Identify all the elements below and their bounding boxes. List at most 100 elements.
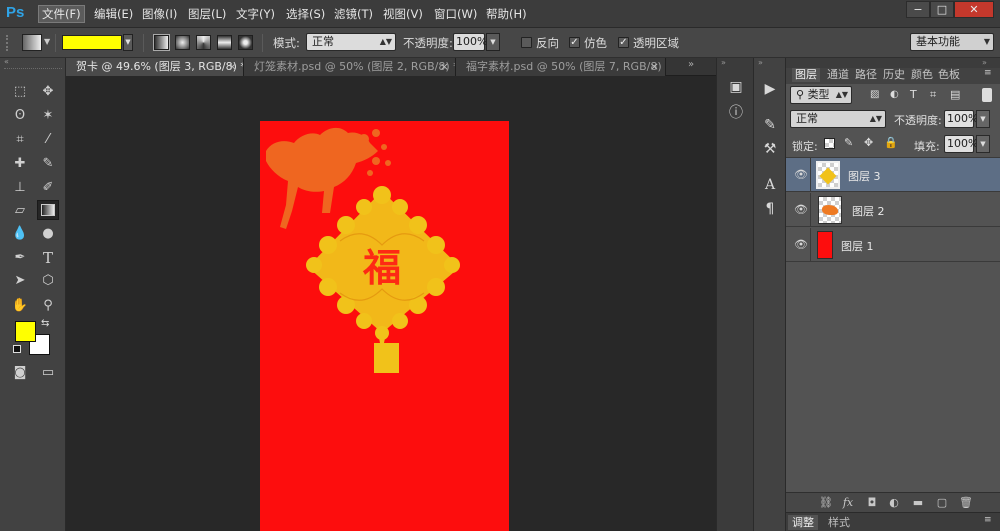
filter-adjustment-icon[interactable]: ◐ [890, 89, 899, 100]
menu-file[interactable]: 文件(F) [38, 5, 85, 23]
close-button[interactable]: ✕ [954, 1, 994, 18]
fill-chevron-down-icon[interactable]: ▼ [976, 135, 990, 153]
zoom-tool-icon[interactable]: ⚲ [37, 296, 59, 316]
tab-overflow-icon[interactable]: » [688, 59, 694, 70]
tool-presets-icon[interactable]: ⚒ [758, 138, 782, 160]
mode-dropdown[interactable]: 正常 ▲▼ [306, 33, 396, 51]
tab-history[interactable]: 历史 [883, 68, 905, 82]
add-mask-icon[interactable]: ◘ [864, 496, 880, 510]
clone-stamp-tool-icon[interactable]: ⊥ [9, 178, 31, 198]
character-panel-icon[interactable]: A [758, 174, 782, 196]
brush-presets-icon[interactable]: ✎ [758, 114, 782, 136]
tab-color[interactable]: 颜色 [911, 68, 933, 82]
layer-name[interactable]: 图层 1 [841, 238, 874, 254]
tab-channels[interactable]: 通道 [827, 68, 849, 82]
filter-smart-object-icon[interactable]: ▤ [950, 88, 960, 101]
gradient-chevron-down-icon[interactable]: ▼ [123, 34, 133, 51]
histogram-icon[interactable]: ▣ [724, 76, 748, 98]
linear-gradient-icon[interactable] [153, 34, 170, 51]
hand-tool-icon[interactable]: ✋ [9, 296, 31, 316]
brush-tool-icon[interactable]: ✎ [37, 154, 59, 174]
lock-transparent-icon[interactable] [824, 138, 835, 149]
menu-view[interactable]: 视图(V) [380, 5, 426, 23]
new-group-icon[interactable]: ▬ [910, 496, 926, 510]
path-selection-tool-icon[interactable]: ➤ [9, 271, 31, 291]
shape-tool-icon[interactable]: ⬡ [37, 271, 59, 291]
paragraph-panel-icon[interactable]: ¶ [758, 198, 782, 220]
visibility-eye-icon[interactable]: 👁 [794, 204, 808, 216]
layer-row-2[interactable]: 👁 图层 2 [786, 193, 1000, 227]
blur-tool-icon[interactable]: 💧 [9, 224, 31, 244]
layer-row-3[interactable]: 👁 图层 3 [786, 158, 1000, 192]
new-layer-icon[interactable]: ▢ [934, 496, 950, 510]
tab-layers[interactable]: 图层 [792, 68, 820, 82]
menu-type[interactable]: 文字(Y) [233, 5, 278, 23]
filter-type-icon[interactable]: T [910, 88, 917, 101]
opacity-chevron-down-icon[interactable]: ▼ [486, 33, 500, 51]
maximize-button[interactable]: □ [930, 1, 954, 18]
magic-wand-tool-icon[interactable]: ✶ [37, 106, 59, 126]
dither-checkbox[interactable]: ✓ [569, 37, 580, 48]
angle-gradient-icon[interactable] [196, 35, 211, 50]
menu-filter[interactable]: 滤镜(T) [331, 5, 376, 23]
type-tool-icon[interactable]: T [37, 248, 59, 268]
move-tool-icon[interactable]: ✥ [37, 82, 59, 102]
close-tab-icon[interactable]: × [228, 58, 237, 75]
expand-arrows-icon[interactable]: » [758, 58, 763, 67]
swap-colors-icon[interactable]: ⇆ [41, 318, 49, 329]
blend-mode-dropdown[interactable]: 正常 ▲▼ [790, 110, 886, 128]
eraser-tool-icon[interactable]: ▱ [9, 201, 31, 221]
opacity-input[interactable]: 100% [453, 33, 487, 51]
tab-paths[interactable]: 路径 [855, 68, 877, 82]
panel-menu-icon[interactable]: ≡ [984, 68, 992, 78]
gradient-tool-icon[interactable] [37, 200, 59, 220]
lock-pixels-icon[interactable]: ✎ [844, 136, 853, 149]
lock-position-icon[interactable]: ✥ [864, 136, 873, 149]
panel-menu-icon[interactable]: ≡ [984, 515, 992, 525]
minimize-button[interactable]: − [906, 1, 930, 18]
collapse-arrows-icon[interactable]: » [982, 58, 987, 67]
diamond-gradient-icon[interactable] [238, 35, 253, 50]
menu-image[interactable]: 图像(I) [139, 5, 180, 23]
info-icon[interactable]: ⓘ [724, 102, 748, 124]
transparency-checkbox[interactable]: ✓ [618, 37, 629, 48]
document-canvas[interactable]: 福 [260, 121, 509, 531]
menu-edit[interactable]: 编辑(E) [91, 5, 136, 23]
menu-select[interactable]: 选择(S) [283, 5, 328, 23]
close-tab-icon[interactable]: × [440, 58, 449, 75]
visibility-eye-icon[interactable]: 👁 [794, 169, 808, 181]
menu-window[interactable]: 窗口(W) [431, 5, 480, 23]
collapse-arrows-icon[interactable]: « [4, 58, 62, 66]
crop-tool-icon[interactable]: ⌗ [9, 130, 31, 150]
layer-filter-dropdown[interactable]: ⚲ 类型 ▲▼ [790, 86, 852, 104]
actions-play-icon[interactable]: ▶ [758, 78, 782, 100]
link-layers-icon[interactable]: ⛓ [818, 496, 834, 510]
dodge-tool-icon[interactable]: ● [37, 224, 59, 244]
reverse-checkbox[interactable] [521, 37, 532, 48]
history-brush-tool-icon[interactable]: ✐ [37, 178, 59, 198]
new-adjustment-layer-icon[interactable]: ◐ [886, 496, 902, 510]
fill-input[interactable]: 100% [944, 135, 978, 153]
pen-tool-icon[interactable]: ✒ [9, 248, 31, 268]
workspace-dropdown[interactable]: 基本功能 ▼ [910, 33, 994, 51]
eyedropper-tool-icon[interactable]: ⁄ [37, 130, 59, 150]
default-colors-icon[interactable] [13, 345, 21, 353]
tab-adjustments[interactable]: 调整 [788, 515, 818, 530]
screen-mode-icon[interactable]: ▭ [37, 363, 59, 383]
close-tab-icon[interactable]: × [650, 58, 659, 75]
delete-layer-icon[interactable]: 🗑 [958, 496, 974, 510]
gradient-picker[interactable] [62, 35, 122, 50]
radial-gradient-icon[interactable] [175, 35, 190, 50]
healing-brush-tool-icon[interactable]: ✚ [9, 154, 31, 174]
tab-swatches[interactable]: 色板 [938, 68, 960, 82]
reflected-gradient-icon[interactable] [217, 35, 232, 50]
tab-lantern[interactable]: 灯笼素材.psd @ 50% (图层 2, RGB/8) * × [244, 58, 456, 76]
filter-pixel-icon[interactable]: ▨ [870, 89, 879, 100]
menu-help[interactable]: 帮助(H) [483, 5, 530, 23]
fx-icon[interactable]: fx [840, 496, 856, 510]
menu-layer[interactable]: 图层(L) [185, 5, 229, 23]
tab-greeting-card[interactable]: 贺卡 @ 49.6% (图层 3, RGB/8) * × [66, 58, 244, 76]
filter-shape-icon[interactable]: ⌗ [930, 88, 936, 102]
visibility-eye-icon[interactable]: 👁 [794, 239, 808, 251]
layer-name[interactable]: 图层 2 [852, 203, 885, 219]
